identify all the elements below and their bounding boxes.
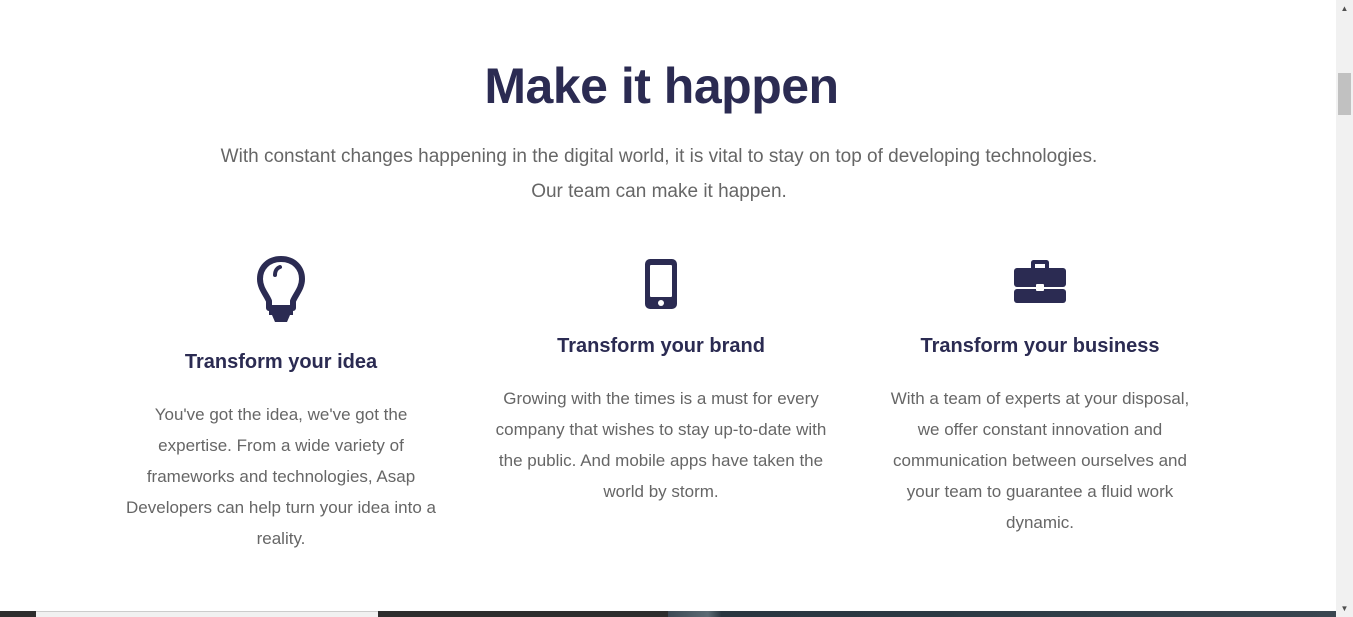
feature-card-brand: Transform your brand Growing with the ti… (492, 258, 830, 507)
page: Make it happen With constant changes hap… (0, 0, 1336, 617)
feature-text: With a team of experts at your disposal,… (890, 389, 1190, 532)
section-intro: With constant changes happening in the d… (0, 139, 1318, 209)
feature-title: Transform your brand (557, 335, 765, 357)
feature-title: Transform your idea (184, 351, 378, 373)
feature-card-business: Transform your business With a team of e… (880, 258, 1200, 538)
feature-card-idea: Transform your idea You've got the idea,… (116, 256, 446, 554)
scroll-down-arrow-icon[interactable]: ▼ (1336, 600, 1353, 617)
feature-title: Transform your business (920, 335, 1160, 357)
lightbulb-icon (116, 256, 446, 328)
scroll-up-arrow-icon[interactable]: ▲ (1336, 0, 1353, 17)
mobile-phone-icon (492, 258, 830, 312)
scrollbar-thumb[interactable] (1338, 73, 1351, 115)
briefcase-icon (880, 258, 1200, 312)
vertical-scrollbar[interactable]: ▲ ▼ (1336, 0, 1353, 617)
feature-text: You've got the idea, we've got the exper… (126, 405, 436, 548)
next-section-panel (36, 611, 378, 617)
intro-line-2: Our team can make it happen. (531, 181, 787, 202)
section-title: Make it happen (484, 58, 839, 114)
intro-line-1: With constant changes happening in the d… (220, 146, 1098, 167)
next-section-edge (0, 611, 1336, 617)
feature-text: Growing with the times is a must for eve… (495, 389, 827, 501)
